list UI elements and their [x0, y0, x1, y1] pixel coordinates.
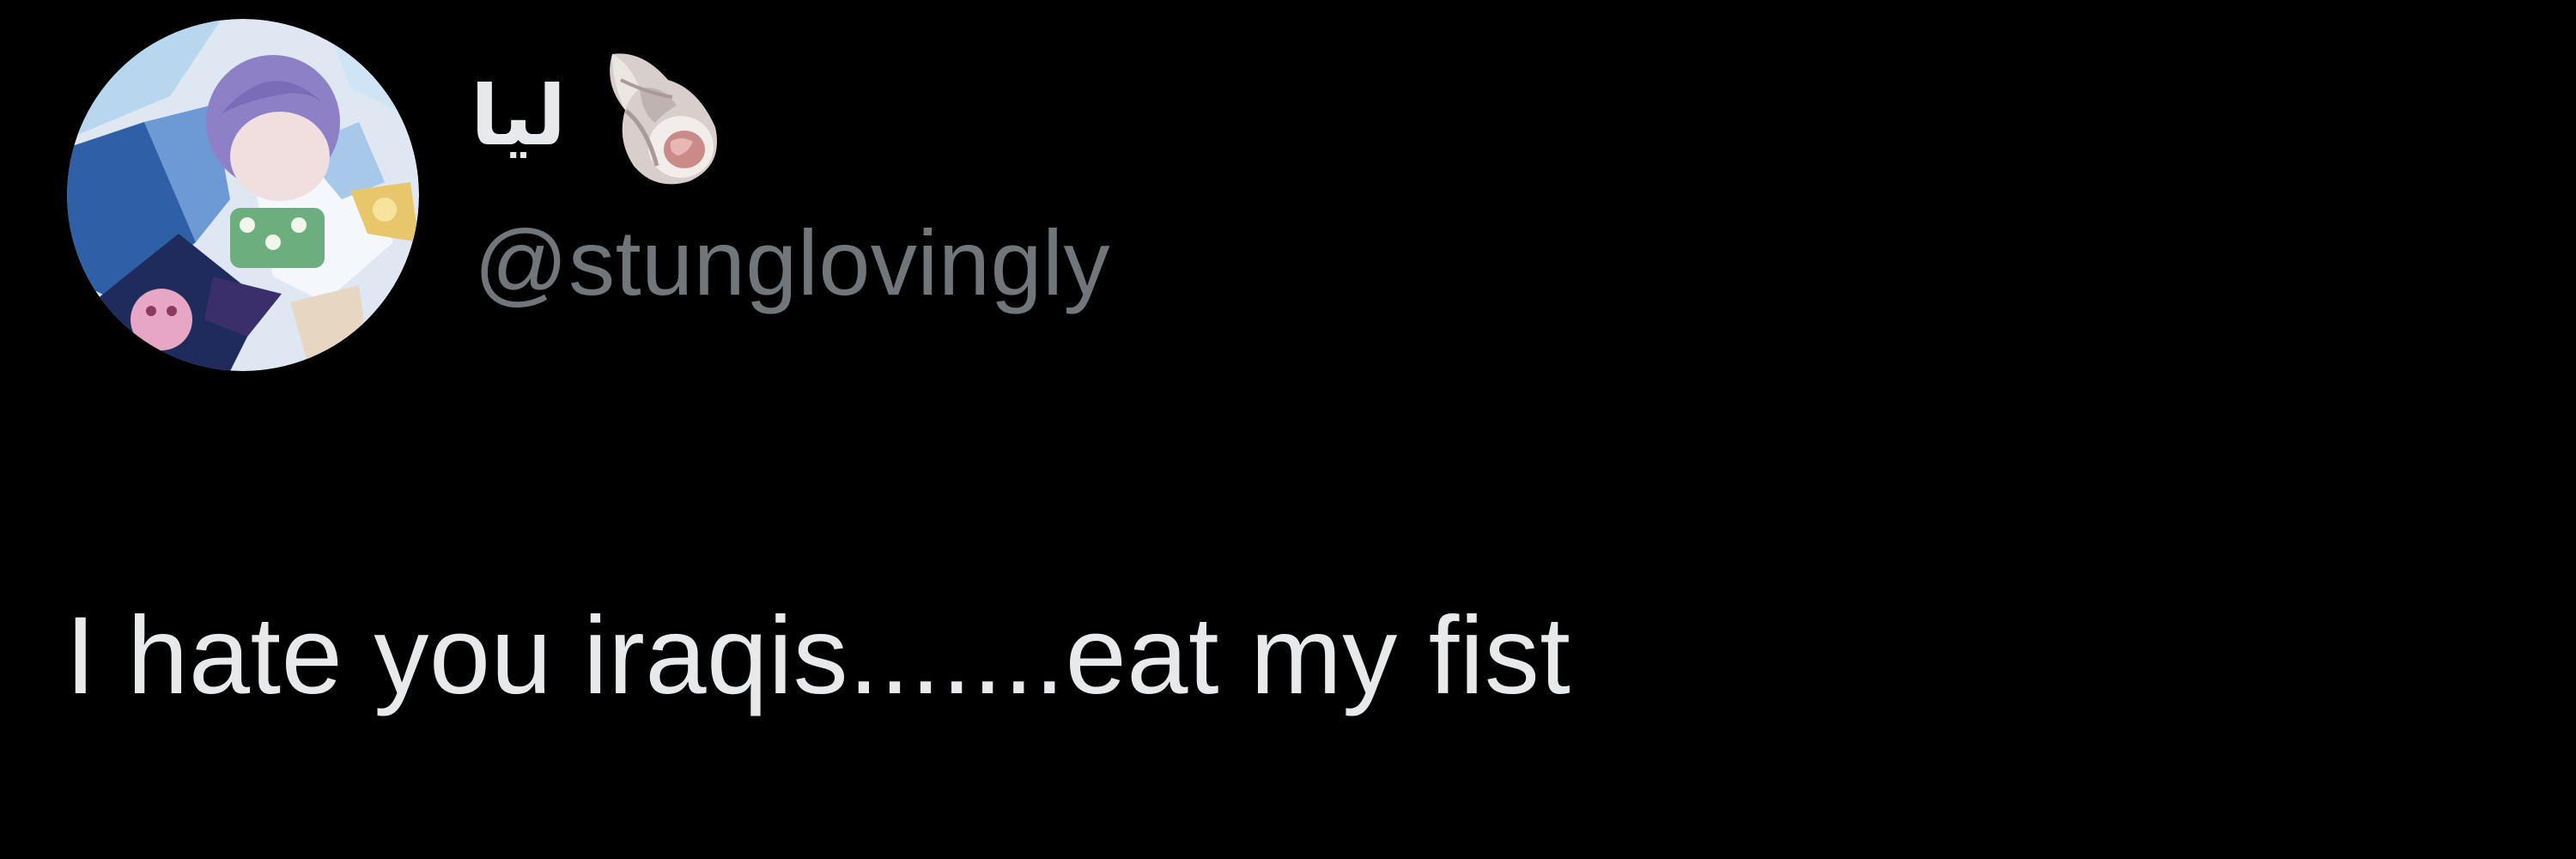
tweet-text: I hate you iraqis.......eat my fist [65, 594, 1571, 717]
avatar-image [67, 19, 419, 371]
display-name[interactable]: ليا [471, 75, 566, 157]
tweet: ليا @stunglovingly I hate you iraqis....… [0, 0, 2576, 859]
username[interactable]: @stunglovingly [474, 216, 1110, 309]
avatar[interactable] [67, 19, 419, 371]
display-name-row: ليا [471, 43, 724, 189]
spiral-shell-icon [595, 46, 724, 187]
